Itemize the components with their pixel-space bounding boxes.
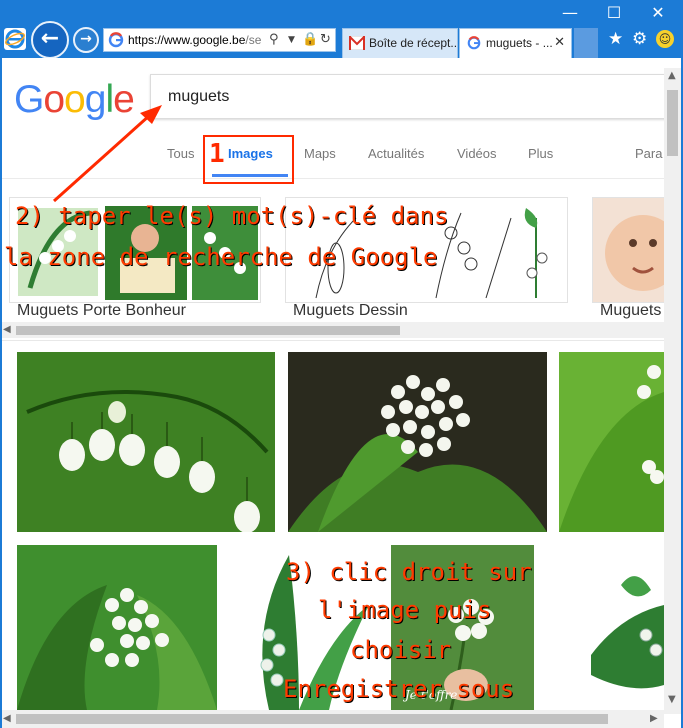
favorites-star-icon[interactable]: ★ <box>608 29 623 49</box>
tab-settings[interactable]: Para <box>635 146 662 161</box>
address-text[interactable]: https://www.google.be/se <box>128 33 268 47</box>
gmail-icon <box>349 36 365 50</box>
maximize-icon[interactable]: ☐ <box>592 2 636 24</box>
step3-text-line1: 3) clic droit sur <box>286 558 532 586</box>
back-button[interactable]: ← <box>31 21 69 59</box>
related-label-muguets[interactable]: Muguets <box>600 302 661 320</box>
tab-more[interactable]: Plus <box>528 146 553 161</box>
google-favicon-icon <box>467 36 481 50</box>
image-result-4[interactable] <box>17 545 217 710</box>
new-tab-button[interactable] <box>574 28 598 58</box>
image-result-3[interactable] <box>559 352 664 532</box>
vertical-scrollbar[interactable] <box>664 68 681 714</box>
gear-icon[interactable]: ⚙ <box>632 29 647 49</box>
step2-text-line2: la zone de recherche de Google <box>4 243 438 271</box>
step2-text-line1: 2) taper le(s) mot(s)-clé dans <box>15 202 449 230</box>
tab-muguets-label: muguets - ... <box>486 36 553 50</box>
tab-maps[interactable]: Maps <box>304 146 336 161</box>
image-result-7[interactable] <box>591 545 664 710</box>
step3-text-line2: l'image puis <box>318 596 492 624</box>
tab-close-icon[interactable]: ✕ <box>554 29 565 57</box>
google-logo[interactable]: Google <box>14 78 135 122</box>
search-input[interactable]: muguets <box>168 88 229 106</box>
step3-text-line3: choisir <box>350 636 452 664</box>
related-label-porte-bonheur[interactable]: Muguets Porte Bonheur <box>17 302 186 320</box>
scroll-left-icon[interactable]: ◀ <box>3 713 11 724</box>
scroll-down-icon[interactable]: ▼ <box>668 694 676 705</box>
step1-number: 1 <box>209 139 225 169</box>
image-result-1[interactable] <box>17 352 275 532</box>
scroll-up-icon[interactable]: ▲ <box>668 70 676 81</box>
close-icon[interactable]: ✕ <box>636 2 680 24</box>
tab-muguets[interactable]: muguets - ... ✕ <box>459 28 572 58</box>
related-scroll-thumb[interactable] <box>16 326 400 335</box>
minimize-icon[interactable]: — <box>548 2 592 24</box>
step3-text-line4: Enregistrer sous <box>283 675 515 703</box>
page-content: Google muguets Tous Images Maps Actualit… <box>0 58 683 728</box>
google-favicon-icon <box>108 32 124 48</box>
ie-logo-icon[interactable] <box>4 28 26 50</box>
image-result-2[interactable] <box>288 352 547 532</box>
address-bar[interactable]: https://www.google.be/se ⚲ ▼ 🔒 ↻ <box>103 28 336 52</box>
tab-news[interactable]: Actualités <box>368 146 424 161</box>
lock-icon[interactable]: 🔒 <box>302 32 318 47</box>
divider <box>0 340 664 341</box>
related-label-dessin[interactable]: Muguets Dessin <box>293 302 408 320</box>
search-icon[interactable]: ⚲ <box>269 32 279 47</box>
search-box[interactable]: muguets <box>150 74 670 119</box>
forward-button[interactable]: → <box>73 27 99 53</box>
refresh-icon[interactable]: ↻ <box>320 32 331 47</box>
scroll-left-icon[interactable]: ◀ <box>3 324 11 335</box>
dropdown-arrow-icon[interactable]: ▼ <box>288 35 295 45</box>
horizontal-scroll-thumb[interactable] <box>16 714 608 724</box>
divider <box>0 178 664 179</box>
related-card-muguets[interactable] <box>592 197 672 303</box>
tab-mail[interactable]: Boîte de récept... <box>342 28 458 58</box>
tab-videos[interactable]: Vidéos <box>457 146 497 161</box>
scroll-right-icon[interactable]: ▶ <box>650 713 658 724</box>
tab-mail-label: Boîte de récept... <box>369 36 458 50</box>
search-tabs: Tous Images Maps Actualités Vidéos Plus … <box>0 144 683 176</box>
tab-all[interactable]: Tous <box>167 146 194 161</box>
window-frame-left <box>0 58 2 728</box>
vertical-scroll-thumb[interactable] <box>667 90 678 156</box>
feedback-smiley-icon[interactable]: ☺ <box>656 30 674 48</box>
